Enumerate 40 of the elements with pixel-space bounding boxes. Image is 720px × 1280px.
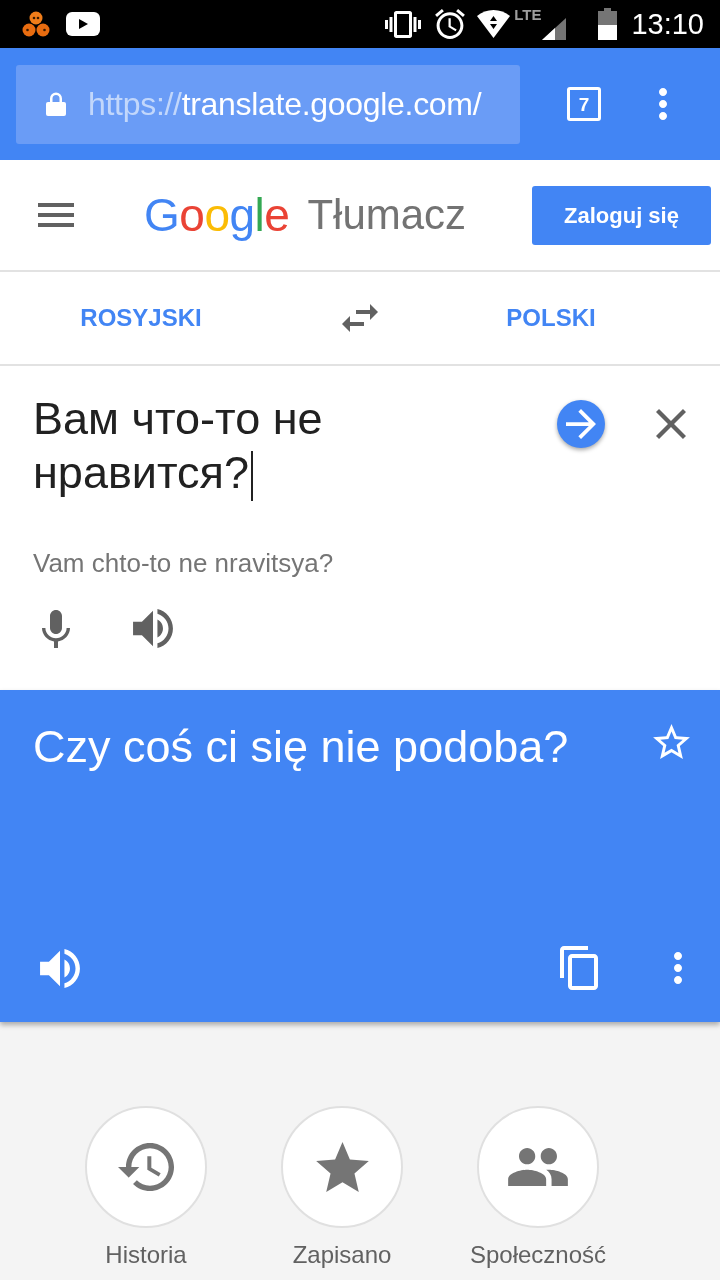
star-icon[interactable] (653, 724, 690, 759)
arrow-right-icon (566, 409, 596, 439)
play-button-icon (66, 12, 100, 36)
translation-text: Czy coś ci się nie podoba? (33, 720, 570, 774)
shortcut-label: Społeczność (469, 1240, 607, 1270)
speaker-icon[interactable] (133, 609, 173, 649)
product-name: Tłumacz (307, 190, 467, 240)
close-icon[interactable] (656, 409, 686, 439)
star-icon (315, 1142, 369, 1192)
speaker-icon[interactable] (40, 948, 80, 988)
sign-in-button[interactable]: Zaloguj się (532, 185, 711, 245)
people-icon (508, 1148, 568, 1186)
transliteration-text: Vam chto-to ne nravitsya? (33, 547, 334, 580)
more-options-icon[interactable] (659, 88, 667, 120)
translate-button[interactable] (557, 400, 605, 448)
source-language-button[interactable]: ROSYJSKI (80, 300, 202, 336)
alarm-icon (435, 9, 466, 39)
more-options-icon[interactable] (674, 952, 682, 984)
menu-icon[interactable] (38, 203, 74, 227)
copy-icon[interactable] (560, 946, 598, 990)
swap-icon[interactable] (342, 304, 378, 332)
text-cursor-icon (250, 451, 253, 502)
microphone-icon[interactable] (42, 609, 70, 648)
target-language-button[interactable]: POLSKI (506, 300, 596, 336)
wifi-icon (477, 10, 511, 38)
app-icon (22, 10, 50, 38)
shortcut-label: Zapisano (292, 1240, 392, 1270)
source-text-field[interactable]: Вам что-то не нравится? (33, 392, 453, 502)
history-icon (118, 1143, 174, 1191)
signal-icon (542, 18, 567, 40)
url-text: https://translate.google.com/ (88, 85, 482, 123)
shortcut-label: Historia (105, 1240, 187, 1270)
network-type: LTE (514, 6, 542, 24)
lock-icon (46, 92, 66, 116)
tab-switcher-button[interactable]: 7 (567, 87, 601, 121)
vibrate-icon (385, 10, 422, 38)
google-logo: Google (144, 188, 290, 242)
battery-icon (598, 8, 618, 40)
clock-time: 13:10 (631, 7, 704, 41)
address-bar[interactable]: https://translate.google.com/ (16, 64, 520, 144)
